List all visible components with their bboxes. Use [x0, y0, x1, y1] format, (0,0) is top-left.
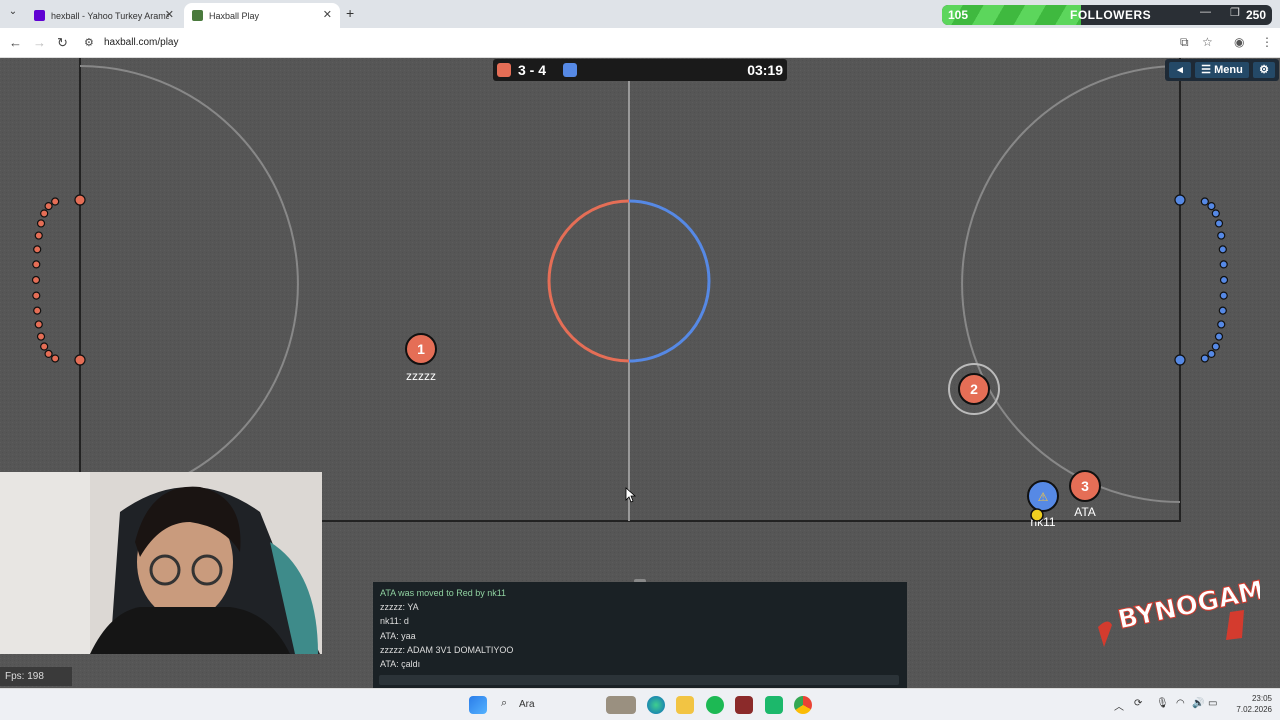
file-explorer-icon[interactable]: [676, 696, 694, 714]
bynogam-logo: BYNOGAM: [1090, 572, 1267, 662]
clock-time: 23:05: [1251, 694, 1272, 703]
url-field[interactable]: haxball.com/play: [104, 37, 178, 48]
app-icon[interactable]: [765, 696, 783, 714]
search-icon[interactable]: ⌕: [501, 697, 507, 710]
windows-taskbar: ⌕ Ara ︿ ⟳ 🎙 ◠ 🔊 ▭ 23:05 7.02.2026: [0, 688, 1280, 720]
chat-message: ATA was moved to Red by nk11: [380, 588, 507, 598]
clock-date: 7.02.2026: [1236, 705, 1272, 714]
menu-button[interactable]: ☰ Menu: [1195, 62, 1249, 78]
streamer-camera-image: [0, 472, 322, 654]
address-bar: ← → ↻ ⚙ haxball.com/play ⧉ ☆ ◉ ⋮: [0, 28, 1280, 58]
volume-icon[interactable]: 🔊: [1192, 698, 1204, 709]
edge-icon[interactable]: [647, 696, 665, 714]
tab-title: hexball - Yahoo Turkey Arama S: [51, 10, 169, 21]
battery-icon[interactable]: ▭: [1208, 698, 1217, 709]
score: 3 - 4: [518, 62, 547, 78]
followers-label: FOLLOWERS: [1070, 8, 1152, 22]
profile-icon[interactable]: ◉: [1234, 35, 1244, 49]
more-menu-icon[interactable]: ⋮: [1261, 35, 1273, 49]
minimize-icon[interactable]: —: [1200, 6, 1211, 18]
tab-close-icon[interactable]: ✕: [165, 8, 174, 21]
webcam-overlay: [0, 472, 322, 654]
followers-current: 105: [948, 8, 969, 22]
taskbar-search-label[interactable]: Ara: [519, 699, 535, 710]
chat-message: zzzzz: ADAM 3V1 DOMALTIYOO: [380, 644, 514, 655]
settings-gear-icon[interactable]: ⚙: [1253, 62, 1275, 78]
player-number: 1: [417, 341, 425, 357]
sound-icon[interactable]: ◂: [1169, 62, 1191, 78]
player-name: ATA: [1074, 505, 1096, 519]
system-clock[interactable]: 23:05 7.02.2026: [1232, 693, 1272, 715]
tab-haxball[interactable]: Haxball Play ✕: [184, 3, 340, 28]
haxball-favicon-icon: [192, 10, 203, 21]
player-2: 2: [948, 363, 1000, 415]
player-number: 3: [1081, 478, 1089, 494]
tab-title: Haxball Play: [209, 10, 260, 21]
bookmark-star-icon[interactable]: ☆: [1202, 35, 1213, 49]
chat-message: zzzzz: YA: [380, 602, 419, 613]
fps-counter: Fps: 198: [0, 667, 72, 686]
new-tab-icon[interactable]: +: [346, 5, 354, 21]
mouse-cursor-icon: [625, 487, 637, 503]
chat-input[interactable]: [379, 675, 899, 685]
scoreboard: 3 - 4 03:19: [493, 59, 787, 81]
start-windows-icon[interactable]: [469, 696, 487, 714]
reload-icon[interactable]: ↻: [57, 35, 68, 51]
followers-goal: 250: [1245, 8, 1266, 22]
player-number: 2: [970, 381, 978, 397]
microphone-icon[interactable]: 🎙: [1156, 698, 1169, 709]
spotify-icon[interactable]: [706, 696, 724, 714]
back-icon[interactable]: ←: [9, 35, 22, 50]
winrar-icon[interactable]: [735, 696, 753, 714]
chrome-icon[interactable]: [794, 696, 812, 714]
tray-chevron-icon[interactable]: ︿: [1114, 698, 1124, 713]
tab-close-icon[interactable]: ✕: [323, 8, 332, 21]
red-team-icon: [497, 63, 511, 77]
forward-icon[interactable]: →: [33, 35, 46, 50]
player-name: zzzzz: [406, 369, 436, 383]
followers-goal-widget: 105 FOLLOWERS 250: [942, 5, 1272, 25]
tab-yahoo[interactable]: hexball - Yahoo Turkey Arama S ✕: [26, 3, 182, 28]
menu-label: Menu: [1214, 64, 1243, 76]
browser-tab-strip: ⌄ hexball - Yahoo Turkey Arama S ✕ Haxba…: [0, 0, 1280, 28]
chat-message: ATA: yaa: [380, 630, 416, 641]
warning-icon: ⚠: [1038, 490, 1049, 504]
restore-icon[interactable]: ❐: [1230, 6, 1240, 19]
ball: [1030, 508, 1044, 522]
sync-icon[interactable]: ⟳: [1134, 698, 1142, 709]
wifi-icon[interactable]: ◠: [1176, 698, 1185, 709]
chat-box: ATA was moved to Red by nk11 zzzzz: YA n…: [373, 582, 907, 688]
game-top-buttons: ◂ ☰ Menu ⚙: [1165, 59, 1279, 81]
player-3: 3 ATA: [1069, 470, 1101, 519]
player-nk11: ⚠ nk11: [1027, 480, 1059, 529]
chat-message: nk11: d: [380, 616, 409, 627]
translate-icon[interactable]: ⧉: [1180, 35, 1189, 50]
player-1: 1 zzzzz: [405, 333, 437, 383]
blue-team-icon: [563, 63, 577, 77]
yahoo-favicon-icon: [34, 10, 45, 21]
widget-game-icon[interactable]: [606, 696, 636, 714]
tab-list-dropdown-icon[interactable]: ⌄: [6, 6, 20, 20]
chat-message: ATA: çaldı: [380, 658, 421, 669]
match-timer: 03:19: [747, 62, 783, 78]
site-info-icon[interactable]: ⚙: [84, 36, 94, 49]
